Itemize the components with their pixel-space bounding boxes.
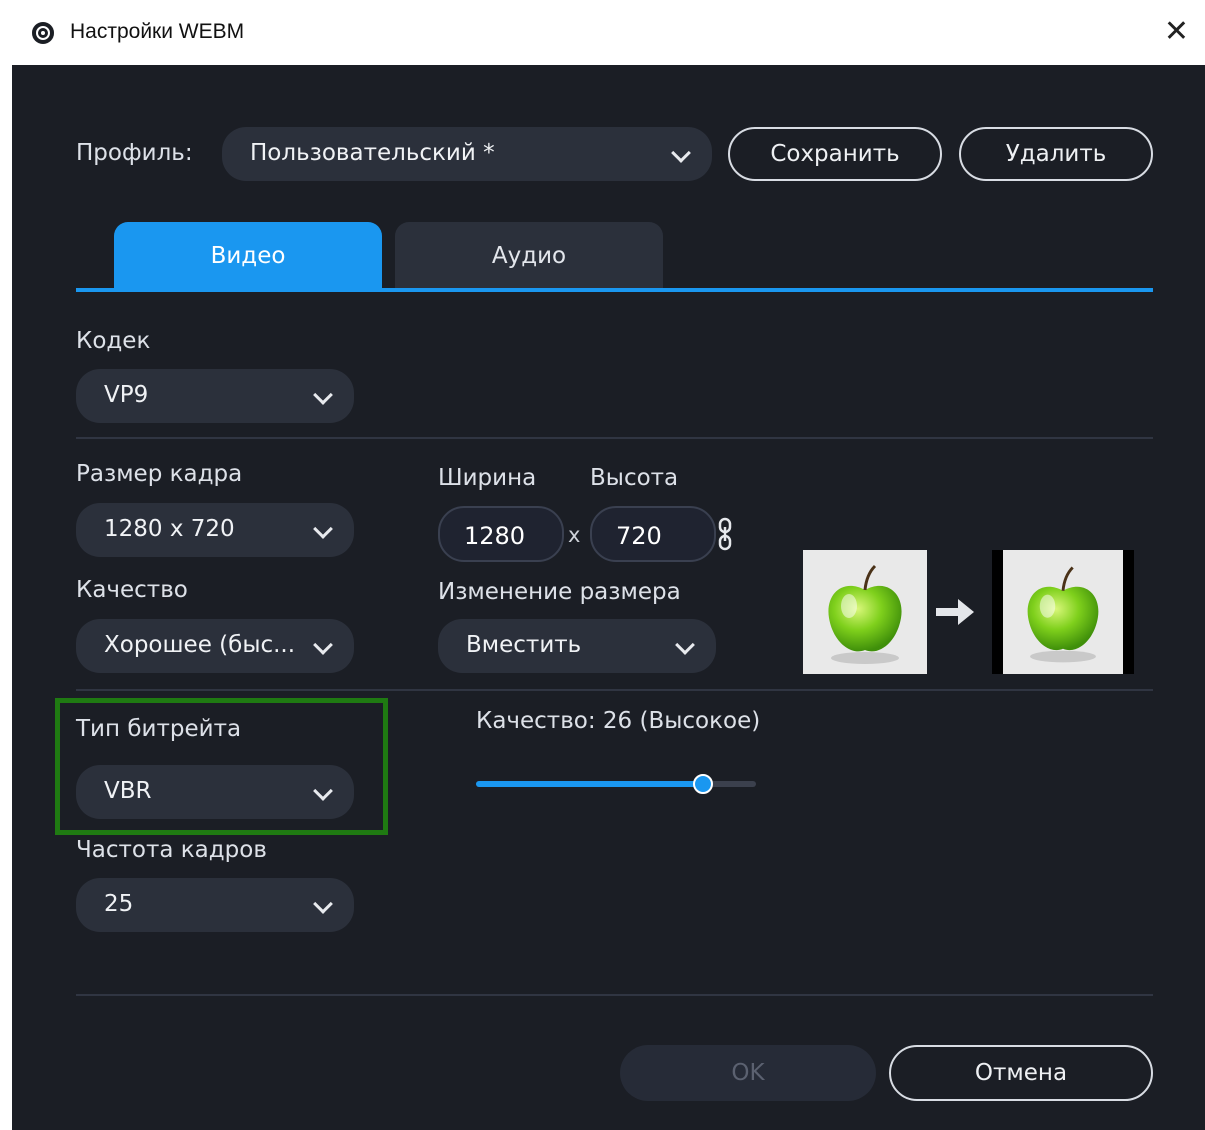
height-value: 720 — [616, 522, 662, 550]
chevron-down-icon — [671, 143, 691, 163]
chevron-down-icon — [313, 781, 333, 801]
frame-rate-dropdown[interactable]: 25 — [76, 878, 354, 932]
quality-slider-label: Качество: 26 (Высокое) — [476, 708, 761, 734]
resize-label: Изменение размера — [438, 579, 681, 605]
tab-audio[interactable]: Аудио — [395, 222, 663, 290]
chevron-down-icon — [313, 519, 333, 539]
bitrate-type-label: Тип битрейта — [76, 716, 242, 742]
ok-button[interactable]: OK — [620, 1045, 876, 1101]
codec-dropdown[interactable]: VP9 — [76, 369, 354, 423]
quality-slider[interactable] — [476, 774, 756, 794]
title-bar: Настройки WEBM ✕ — [12, 0, 1205, 65]
section-divider — [76, 437, 1153, 439]
height-label: Высота — [590, 465, 679, 491]
quality-value: Хорошее (быс... — [104, 632, 296, 658]
resize-value: Вместить — [466, 632, 582, 658]
chevron-down-icon — [313, 635, 333, 655]
dimension-separator: x — [568, 523, 581, 547]
quality-slider-handle[interactable] — [692, 774, 713, 794]
frame-size-value: 1280 x 720 — [104, 516, 235, 542]
frame-size-label: Размер кадра — [76, 461, 243, 487]
tab-video[interactable]: Видео — [114, 222, 382, 290]
section-divider — [76, 689, 1153, 691]
quality-dropdown[interactable]: Хорошее (быс... — [76, 619, 354, 673]
codec-value: VP9 — [104, 382, 149, 408]
link-icon[interactable] — [718, 517, 732, 555]
footer-divider — [76, 994, 1153, 996]
chevron-down-icon — [313, 385, 333, 405]
profile-value: Пользовательский * — [250, 140, 495, 166]
save-profile-button[interactable]: Сохранить — [728, 127, 942, 181]
resize-preview-source — [803, 550, 927, 674]
width-value: 1280 — [464, 522, 526, 550]
width-label: Ширина — [438, 465, 537, 491]
chevron-down-icon — [675, 635, 695, 655]
bitrate-type-value: VBR — [104, 778, 152, 804]
frame-size-dropdown[interactable]: 1280 x 720 — [76, 503, 354, 557]
profile-label: Профиль: — [76, 140, 193, 166]
apple-image — [828, 564, 902, 664]
apple-image — [1027, 566, 1099, 663]
frame-rate-value: 25 — [104, 891, 134, 917]
tab-underline — [76, 288, 1153, 292]
height-input[interactable]: 720 — [590, 506, 716, 562]
profile-dropdown[interactable]: Пользовательский * — [222, 127, 712, 181]
frame-rate-label: Частота кадров — [76, 837, 267, 863]
chevron-down-icon — [313, 894, 333, 914]
resize-dropdown[interactable]: Вместить — [438, 619, 716, 673]
arrow-right-icon — [934, 597, 976, 631]
close-icon[interactable]: ✕ — [1164, 14, 1189, 50]
delete-profile-button[interactable]: Удалить — [959, 127, 1153, 181]
window-title: Настройки WEBM — [70, 20, 245, 43]
resize-preview-result — [992, 550, 1134, 674]
quality-label: Качество — [76, 577, 188, 603]
window-edge — [0, 0, 12, 1130]
width-input[interactable]: 1280 — [438, 506, 564, 562]
quality-slider-fill — [476, 781, 703, 787]
cancel-button[interactable]: Отмена — [889, 1045, 1153, 1101]
bitrate-type-dropdown[interactable]: VBR — [76, 765, 354, 819]
codec-label: Кодек — [76, 328, 151, 354]
app-logo-icon — [32, 22, 54, 44]
webm-settings-dialog: Профиль: Пользовательский * Сохранить Уд… — [12, 65, 1205, 1130]
